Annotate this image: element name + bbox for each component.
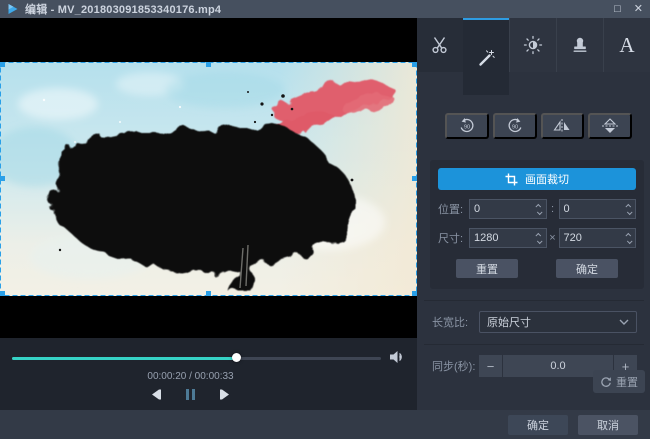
video-content-ink-tree [0, 62, 417, 296]
transform-buttons-row: 90 90 [445, 113, 632, 139]
size-width-field-wrap [469, 228, 547, 248]
aspect-ratio-label: 长宽比: [432, 314, 479, 330]
size-height-spinner[interactable] [622, 229, 635, 247]
size-row: 尺寸: × [438, 228, 636, 248]
size-label: 尺寸: [438, 230, 469, 246]
effects-tab-content: 90 90 [417, 95, 650, 410]
seek-slider[interactable] [12, 354, 381, 363]
position-row: 位置: : [438, 199, 636, 219]
position-label: 位置: [438, 201, 469, 217]
tool-tabs: A [417, 18, 650, 72]
volume-icon[interactable] [389, 349, 406, 365]
chevron-down-icon [619, 319, 629, 325]
divider [424, 300, 644, 301]
magic-wand-icon [476, 48, 496, 68]
position-x-spinner[interactable] [533, 200, 546, 218]
rotate-right-90-button[interactable]: 90 [493, 113, 537, 139]
divider [424, 344, 644, 345]
video-frame[interactable] [0, 62, 417, 296]
size-height-field-wrap [559, 228, 637, 248]
app-logo-icon [7, 3, 19, 15]
position-y-spinner[interactable] [622, 200, 635, 218]
position-y-input[interactable] [560, 200, 623, 218]
pause-button[interactable] [183, 387, 199, 401]
size-height-input[interactable] [560, 229, 623, 247]
player-bar: 00:00:20 / 00:00:33 [0, 338, 417, 410]
scissors-icon [430, 35, 450, 55]
dialog-cancel-button[interactable]: 取消 [578, 415, 638, 435]
refresh-icon [600, 376, 612, 388]
panel-reset-button[interactable]: 重置 [593, 370, 645, 393]
sync-label: 同步(秒): [432, 358, 479, 374]
crop-icon [505, 173, 518, 186]
size-width-spinner[interactable] [533, 229, 546, 247]
flip-vertical-button[interactable] [588, 113, 632, 139]
video-preview-area: 00:00:20 / 00:00:33 [0, 18, 417, 410]
brightness-icon [523, 35, 543, 55]
seek-slider-handle[interactable] [232, 353, 241, 362]
rotate-left-icon: 90 [457, 117, 477, 135]
edit-panel: A 90 90 [417, 18, 650, 410]
aspect-ratio-row: 长宽比: 原始尺寸 [432, 311, 637, 333]
position-x-field-wrap [469, 199, 547, 219]
aspect-ratio-value: 原始尺寸 [487, 314, 619, 330]
panel-reset-label: 重置 [616, 374, 638, 390]
text-tool-glyph: A [619, 35, 634, 56]
size-separator: × [547, 232, 559, 244]
aspect-ratio-select[interactable]: 原始尺寸 [479, 311, 637, 333]
seek-slider-fill [12, 357, 236, 360]
flip-horizontal-icon [552, 117, 572, 135]
position-x-input[interactable] [470, 200, 533, 218]
crop-groupbox: 画面裁切 位置: : 尺寸: [430, 160, 644, 289]
flip-vertical-icon [600, 117, 620, 135]
time-display: 00:00:20 / 00:00:33 [0, 371, 381, 382]
size-width-input[interactable] [470, 229, 533, 247]
tab-text[interactable]: A [603, 18, 650, 72]
dialog-ok-button[interactable]: 确定 [508, 415, 568, 435]
svg-text:90: 90 [464, 125, 470, 131]
step-backward-button[interactable] [148, 387, 164, 401]
crop-confirm-button[interactable]: 确定 [556, 259, 618, 278]
video-stage [0, 18, 417, 338]
sync-minus-button[interactable]: − [479, 355, 502, 377]
stamp-icon [570, 35, 590, 55]
crop-button-label: 画面裁切 [525, 171, 569, 187]
close-icon[interactable]: ✕ [634, 4, 643, 15]
crop-reset-button[interactable]: 重置 [456, 259, 518, 278]
crop-picture-button[interactable]: 画面裁切 [438, 168, 636, 190]
titlebar: 编辑 - MV_201803091853340176.mp4 □ ✕ [0, 0, 650, 18]
maximize-icon[interactable]: □ [614, 4, 621, 15]
tab-effects[interactable] [463, 18, 509, 95]
svg-text:90: 90 [512, 125, 518, 131]
window-title: 编辑 - MV_201803091853340176.mp4 [25, 1, 221, 17]
edit-dialog-window: 编辑 - MV_201803091853340176.mp4 □ ✕ [0, 0, 650, 439]
flip-horizontal-button[interactable] [541, 113, 585, 139]
tab-cut[interactable] [417, 18, 463, 72]
position-separator: : [547, 203, 559, 215]
step-forward-button[interactable] [218, 387, 234, 401]
rotate-right-icon: 90 [505, 117, 525, 135]
dialog-footer: 确定 取消 [0, 410, 650, 439]
tab-watermark[interactable] [556, 18, 603, 72]
position-y-field-wrap [559, 199, 637, 219]
crop-action-buttons: 重置 确定 [438, 259, 636, 278]
tab-adjust[interactable] [509, 18, 556, 72]
playback-controls [0, 387, 381, 401]
rotate-left-90-button[interactable]: 90 [445, 113, 489, 139]
